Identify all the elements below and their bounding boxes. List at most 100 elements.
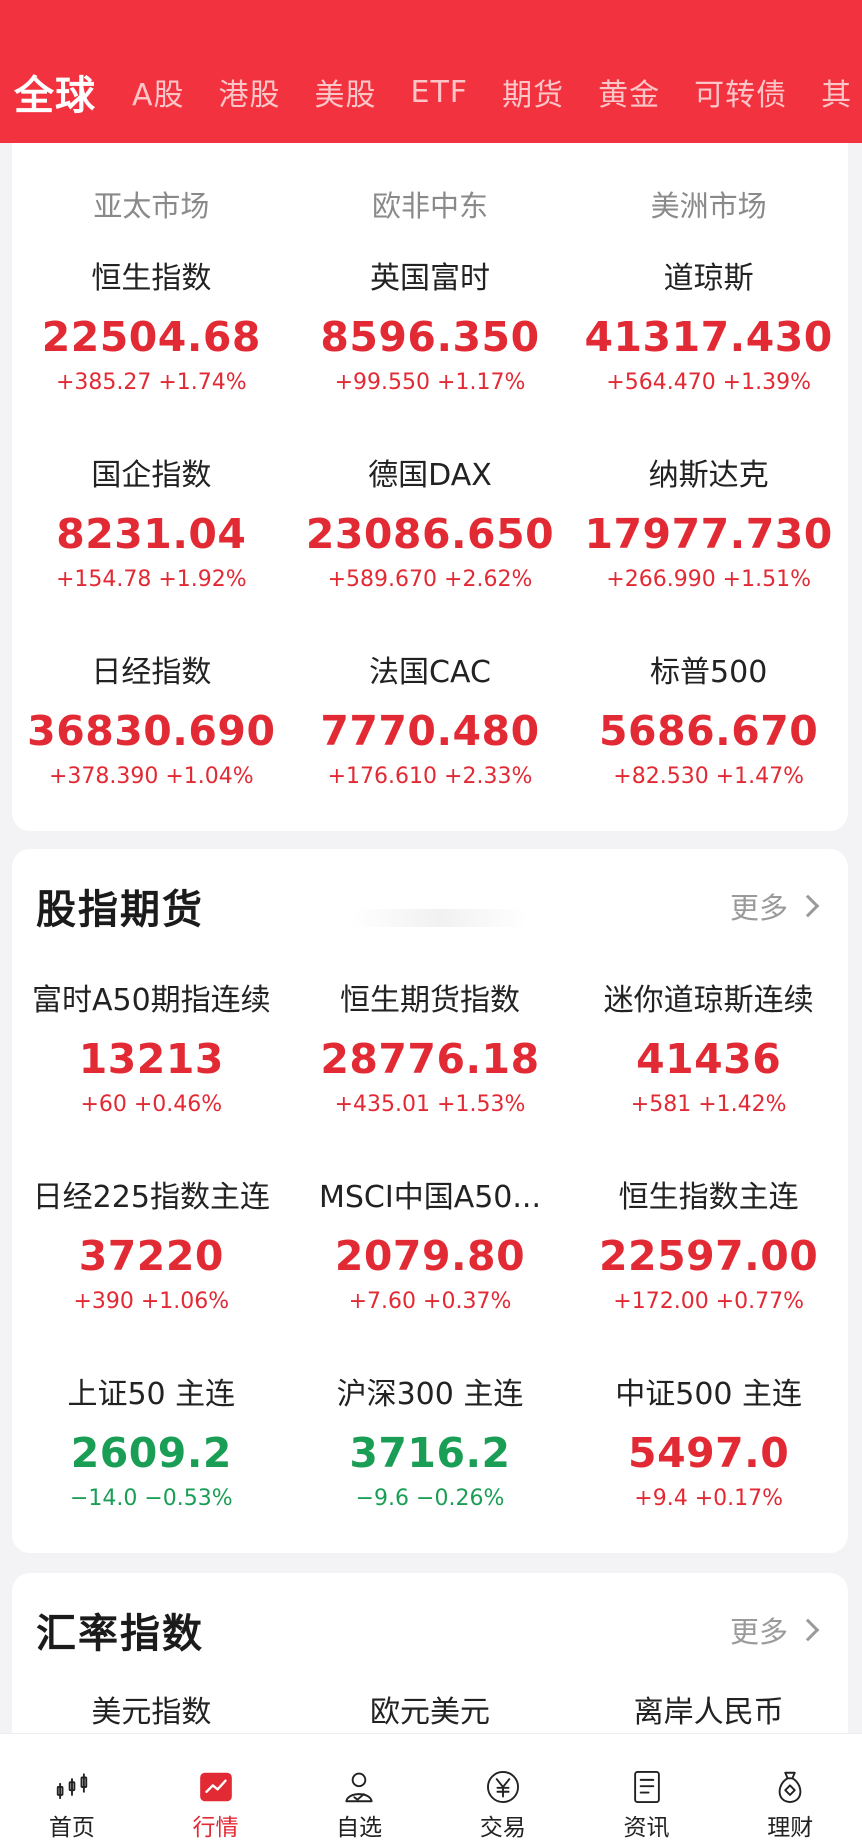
fx-item-dollar-index[interactable]: 美元指数 — [12, 1687, 291, 1731]
tab-convertible-bonds[interactable]: 可转债 — [694, 70, 787, 114]
futures-price: 5497.0 — [628, 1429, 790, 1477]
futures-price: 28776.18 — [320, 1035, 540, 1083]
watchlist-person-icon — [345, 1772, 373, 1803]
futures-cell[interactable]: 沪深300 主连 3716.2 −9.6 −0.26% — [291, 1374, 570, 1571]
futures-price: 37220 — [78, 1232, 224, 1280]
fx-indices-card: 汇率指数 更多 美元指数 欧元美元 离岸人民币 — [12, 1573, 848, 1733]
futures-name: 上证50 主连 — [67, 1377, 236, 1412]
futures-name: 恒生期货指数 — [339, 983, 520, 1018]
index-price: 7770.480 — [320, 707, 540, 755]
index-cell[interactable]: 标普500 5686.670 +82.530 +1.47% — [569, 652, 848, 849]
index-change: +589.670 +2.62% — [327, 567, 533, 592]
index-price: 8231.04 — [56, 510, 247, 558]
tab-global[interactable]: 全球 — [14, 63, 96, 121]
tab-us-shares[interactable]: 美股 — [315, 70, 377, 114]
nav-label: 资讯 — [623, 1815, 670, 1841]
index-cell[interactable]: 法国CAC 7770.480 +176.610 +2.33% — [291, 652, 570, 849]
more-label: 更多 — [729, 1615, 788, 1649]
index-name: 日经指数 — [91, 655, 212, 690]
index-change: +266.990 +1.51% — [606, 567, 812, 592]
nav-news[interactable]: 资讯 — [575, 1734, 719, 1842]
futures-cell[interactable]: MSCI中国A50... 2079.80 +7.60 +0.37% — [291, 1177, 570, 1374]
futures-name: 沪深300 主连 — [336, 1377, 524, 1412]
nav-wealth[interactable]: 理财 — [718, 1734, 862, 1842]
region-asia-pacific[interactable]: 亚太市场 — [12, 183, 291, 225]
futures-cell[interactable]: 迷你道琼斯连续 41436 +581 +1.42% — [569, 980, 848, 1177]
nav-label: 理财 — [767, 1815, 814, 1841]
nav-trade[interactable]: 交易 — [431, 1734, 575, 1842]
index-change: +378.390 +1.04% — [48, 764, 254, 789]
index-cell[interactable]: 日经指数 36830.690 +378.390 +1.04% — [12, 652, 291, 849]
index-change: +82.530 +1.47% — [613, 764, 805, 789]
index-price: 36830.690 — [27, 707, 276, 755]
futures-price: 41436 — [636, 1035, 782, 1083]
index-price: 41317.430 — [584, 313, 833, 361]
futures-change: +172.00 +0.77% — [613, 1289, 805, 1314]
tab-etf[interactable]: ETF — [411, 75, 469, 110]
index-cell[interactable]: 德国DAX 23086.650 +589.670 +2.62% — [291, 455, 570, 652]
region-headers: 亚太市场 欧非中东 美洲市场 — [12, 183, 848, 225]
futures-cell[interactable]: 上证50 主连 2609.2 −14.0 −0.53% — [12, 1374, 291, 1571]
news-document-icon — [633, 1771, 660, 1803]
nav-home[interactable]: 首页 — [0, 1734, 144, 1842]
futures-name: 日经225指数主连 — [32, 1180, 270, 1215]
index-change: +176.610 +2.33% — [327, 764, 533, 789]
tab-gold[interactable]: 黄金 — [598, 70, 660, 114]
global-indices-card: 亚太市场 欧非中东 美洲市场 恒生指数 22504.68 +385.27 +1.… — [12, 143, 848, 831]
index-change: +99.550 +1.17% — [334, 370, 526, 395]
futures-name: 中证500 主连 — [615, 1377, 803, 1412]
tab-other[interactable]: 其 — [821, 70, 852, 114]
futures-price: 22597.00 — [599, 1232, 819, 1280]
home-candlestick-icon — [56, 1773, 88, 1800]
global-index-grid: 恒生指数 22504.68 +385.27 +1.74% 英国富时 8596.3… — [12, 258, 848, 849]
fx-item-eurusd[interactable]: 欧元美元 — [291, 1687, 570, 1731]
index-cell[interactable]: 恒生指数 22504.68 +385.27 +1.74% — [12, 258, 291, 455]
index-cell[interactable]: 英国富时 8596.350 +99.550 +1.17% — [291, 258, 570, 455]
index-price: 22504.68 — [41, 313, 261, 361]
fx-item-offshore-rmb[interactable]: 离岸人民币 — [569, 1687, 848, 1731]
section-title: 股指期货 — [36, 887, 204, 933]
tab-futures[interactable]: 期货 — [502, 70, 564, 114]
tab-hk-shares[interactable]: 港股 — [219, 70, 281, 114]
index-name: 法国CAC — [369, 655, 491, 690]
futures-price: 13213 — [78, 1035, 224, 1083]
nav-watchlist[interactable]: 自选 — [287, 1734, 431, 1842]
nav-market[interactable]: 行情 — [144, 1734, 288, 1842]
index-name: 国企指数 — [91, 458, 212, 493]
nav-label: 自选 — [336, 1815, 383, 1841]
futures-cell[interactable]: 恒生期货指数 28776.18 +435.01 +1.53% — [291, 980, 570, 1177]
tab-a-shares[interactable]: A股 — [132, 70, 185, 114]
index-futures-card: 股指期货 更多 富时A50期指连续 13213 +60 +0.46% 恒生期货指… — [12, 849, 848, 1553]
futures-name: MSCI中国A50... — [318, 1180, 541, 1215]
yen-trade-icon — [486, 1771, 519, 1803]
futures-cell[interactable]: 富时A50期指连续 13213 +60 +0.46% — [12, 980, 291, 1177]
chevron-right-icon — [796, 894, 820, 918]
region-emea[interactable]: 欧非中东 — [291, 183, 570, 225]
index-name: 标普500 — [650, 655, 768, 690]
futures-change: −14.0 −0.53% — [69, 1486, 233, 1511]
money-bag-icon — [778, 1771, 802, 1803]
futures-price: 2609.2 — [70, 1429, 232, 1477]
index-cell[interactable]: 道琼斯 41317.430 +564.470 +1.39% — [569, 258, 848, 455]
region-americas[interactable]: 美洲市场 — [569, 183, 848, 225]
more-link[interactable]: 更多 — [730, 1609, 824, 1651]
section-title: 汇率指数 — [36, 1611, 204, 1657]
futures-change: −9.6 −0.26% — [355, 1486, 505, 1511]
futures-cell[interactable]: 中证500 主连 5497.0 +9.4 +0.17% — [569, 1374, 848, 1571]
futures-name: 恒生指数主连 — [618, 1180, 799, 1215]
market-tab-bar: 全球 A股 港股 美股 ETF 期货 黄金 可转债 其 — [0, 62, 862, 122]
index-change: +564.470 +1.39% — [606, 370, 812, 395]
more-label: 更多 — [729, 891, 788, 925]
futures-cell[interactable]: 恒生指数主连 22597.00 +172.00 +0.77% — [569, 1177, 848, 1374]
more-link[interactable]: 更多 — [730, 885, 824, 927]
index-name: 道琼斯 — [663, 261, 754, 296]
bottom-nav: 首页 行情 自选 交易 资讯 理财 — [0, 1733, 862, 1842]
index-cell[interactable]: 国企指数 8231.04 +154.78 +1.92% — [12, 455, 291, 652]
futures-name: 迷你道琼斯连续 — [603, 983, 814, 1018]
futures-price: 2079.80 — [334, 1232, 526, 1280]
index-cell[interactable]: 纳斯达克 17977.730 +266.990 +1.51% — [569, 455, 848, 652]
futures-change: +435.01 +1.53% — [334, 1092, 526, 1117]
futures-cell[interactable]: 日经225指数主连 37220 +390 +1.06% — [12, 1177, 291, 1374]
index-price: 5686.670 — [599, 707, 819, 755]
top-header: 全球 A股 港股 美股 ETF 期货 黄金 可转债 其 — [0, 0, 862, 143]
